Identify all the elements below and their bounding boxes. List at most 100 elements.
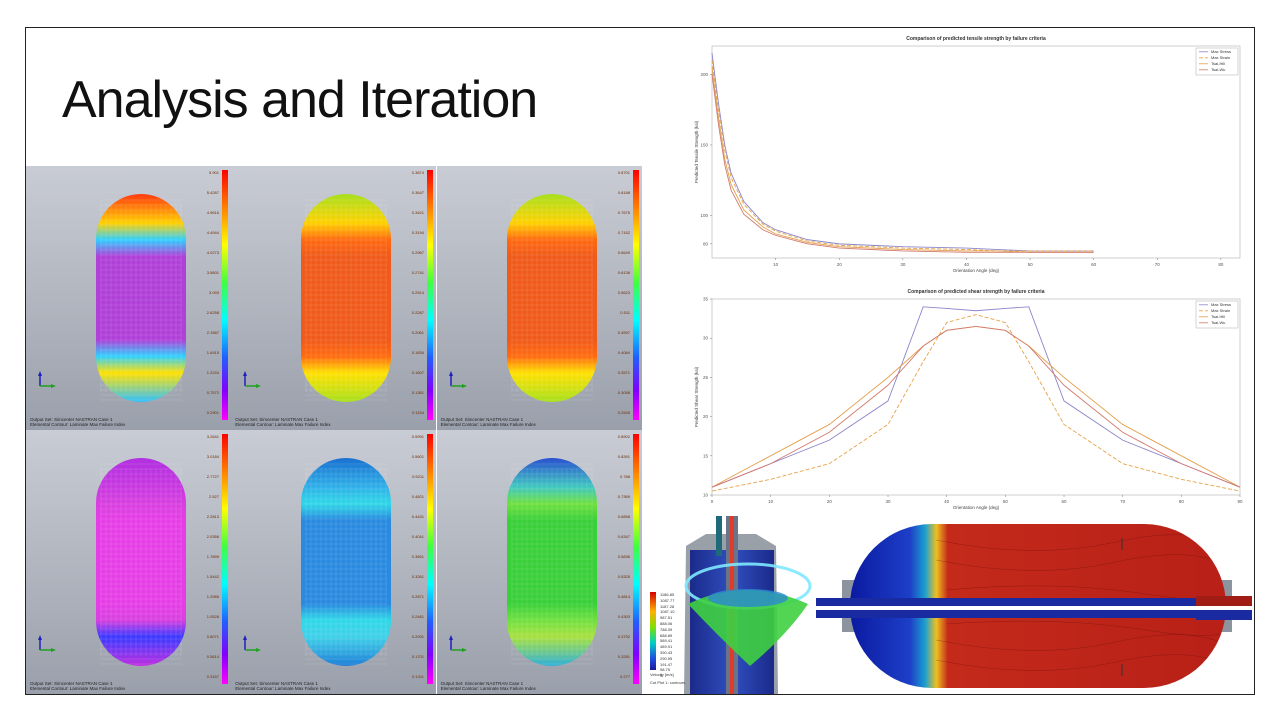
x-tick-label: 50 — [1028, 262, 1034, 267]
series-line-max-stress — [711, 306, 1241, 488]
fea-caption: Output Set: Simcenter NASTRAN Case 1 Elem… — [235, 417, 330, 427]
fea-tick-label: 0.4041 — [412, 534, 425, 539]
fea-tick-label: 1.2244 — [207, 370, 220, 375]
fea-tick-label: 0.6858 — [617, 514, 630, 519]
fea-caption-contour: Elemental Contour: Laminate Max Failure … — [30, 422, 126, 427]
y-tick-label: 15 — [703, 453, 709, 458]
cfd-cutaway-image: 1186.85 1087.77 1187.28 1087.10 987.51 888.06… — [646, 516, 814, 694]
fea-tick-label: 0.1154 — [412, 410, 425, 415]
legend-entry: Max Stress — [1211, 302, 1231, 307]
fea-caption: Output Set: Simcenter NASTRAN Case 1 Elem… — [441, 681, 536, 691]
fea-render-5: 0.5991 0.5601 0.5211 0.4821 0.4431 0.4041 0.36… — [231, 430, 437, 694]
fea-panel-2: 0.3874 0.3647 0.3421 0.3194 0.2967 0.2741 0.25… — [231, 166, 437, 430]
fea-tick-label: 0.4597 — [617, 330, 630, 335]
fea-tick-label: 0.3194 — [412, 230, 425, 235]
fea-tick-label: 0.2091 — [412, 634, 425, 639]
fea-caption-contour: Elemental Contour: Laminate Max Failure … — [30, 686, 126, 691]
fea-tick-label: 0.1311 — [412, 674, 425, 679]
fea-render-6: 0.8902 0.8391 0.788 0.7369 0.6858 0.6347 0.583… — [436, 430, 642, 694]
fea-tick-label: 5.4287 — [207, 190, 220, 195]
y-tick-label: 35 — [703, 297, 709, 302]
fea-tick-label: 2.6258 — [207, 310, 220, 315]
fea-caption-contour: Elemental Contour: Laminate Max Failure … — [440, 422, 536, 427]
fea-tick-label: 0.3261 — [412, 574, 425, 579]
legend-entry: Tsai-Hill — [1211, 61, 1225, 66]
cfd-legend-value: 1087.77 — [660, 597, 675, 603]
cfd-tank-section-image — [816, 520, 1252, 692]
fea-tick-label: 0.2741 — [412, 270, 425, 275]
fea-tick-label: 4.4944 — [207, 230, 220, 235]
x-tick-label: 20 — [827, 499, 833, 504]
fea-tick-label: 0.5601 — [412, 454, 425, 459]
fea-tick-label: 3.2641 — [207, 434, 220, 439]
cfd-legend-value: 1186.85 — [660, 592, 675, 597]
fea-tick-label: 0.4814 — [617, 594, 630, 599]
x-tick-label: 50 — [1003, 499, 1009, 504]
fea-tick-label: 1.6915 — [207, 350, 220, 355]
center-tube-upper — [816, 598, 1252, 606]
fea-colorbar-6 — [632, 434, 639, 684]
fea-tick-label: 0.2871 — [412, 594, 425, 599]
fea-tick-label: 0.788 — [620, 474, 631, 479]
x-tick-label: 30 — [885, 499, 891, 504]
fea-tick-label: 0.6649 — [617, 250, 630, 255]
legend-entry: Tsai-Hill — [1211, 314, 1225, 319]
fea-tick-label: 0.6347 — [617, 534, 630, 539]
fea-colorbar-5 — [427, 434, 434, 684]
cfd-colorbar — [650, 592, 656, 670]
fea-caption-contour: Elemental Contour: Laminate Max Failure … — [235, 686, 331, 691]
fea-results-grid: 5.901 5.4287 4.9616 4.4944 4.0273 3.5601 3.093… — [26, 166, 642, 694]
fea-caption-contour: Elemental Contour: Laminate Max Failure … — [440, 686, 536, 691]
fea-tick-label: 0.3421 — [412, 210, 425, 215]
fea-tick-label: 0.4084 — [617, 350, 630, 355]
y-axis-label: Predicted Shear Strength (ksi) — [694, 366, 699, 427]
fea-panel-1: 5.901 5.4287 4.9616 4.4944 4.0273 3.5601 3.093… — [26, 166, 231, 430]
x-tick-label: 40 — [964, 262, 970, 267]
fea-tick-label: 0.8071 — [207, 634, 220, 639]
fea-tick-label: 0.1701 — [412, 654, 425, 659]
fea-colorbar-3 — [632, 170, 639, 420]
x-tick-label: 80 — [1179, 499, 1185, 504]
series-line-max-stress — [711, 53, 1094, 252]
x-tick-label: 10 — [773, 262, 779, 267]
fea-tick-label: 0.5614 — [207, 654, 220, 659]
plot-area — [711, 298, 1241, 496]
fea-panel-6: 0.8902 0.8391 0.788 0.7369 0.6858 0.6347 0.583… — [436, 430, 642, 694]
series-line-tsai-hill — [711, 325, 1241, 488]
fea-tick-label: 0.4821 — [412, 494, 425, 499]
fea-caption: Output Set: Simcenter NASTRAN Case 1 Elem… — [30, 417, 125, 427]
x-tick-label: 70 — [1155, 262, 1161, 267]
cfd-contour-caption: Cut Plot 1: contours — [650, 680, 686, 685]
x-tick-label: 0 — [711, 499, 714, 504]
fea-tick-label: 3.5601 — [207, 270, 220, 275]
fea-render-1: 5.901 5.4287 4.9616 4.4944 4.0273 3.5601 3.093… — [26, 166, 231, 430]
cfd-legend: 1186.85 1087.77 1187.28 1087.10 987.51 888.06… — [660, 592, 674, 679]
x-tick-label: 70 — [1120, 499, 1126, 504]
fea-tick-label: 1.7899 — [207, 554, 220, 559]
legend-entry: Max Strain — [1211, 308, 1230, 313]
chart-title: Comparison of predicted tensile strength… — [906, 36, 1046, 42]
cfd-tank-section-render — [816, 520, 1252, 692]
fea-render-2: 0.3874 0.3647 0.3421 0.3194 0.2967 0.2741 0.25… — [231, 166, 437, 430]
chart-title: Comparison of predicted shear strength b… — [908, 289, 1045, 295]
fea-tick-label: 0.5623 — [617, 290, 630, 295]
fea-tick-label: 0.7369 — [617, 494, 630, 499]
fea-tick-label: 0.8391 — [617, 454, 630, 459]
tensile-strength-plot: Comparison of predicted tensile strength… — [694, 36, 1241, 273]
fea-tick-label: 2.527 — [209, 494, 220, 499]
fea-tick-label: 0.7162 — [617, 230, 630, 235]
y-tick-label: 80 — [703, 241, 709, 246]
slide-title: Analysis and Iteration — [62, 71, 538, 129]
fea-tick-label: 5.901 — [209, 170, 220, 175]
x-tick-label: 60 — [1061, 499, 1067, 504]
series-line-tsai-hill — [711, 67, 1094, 253]
fea-tick-label: 4.9616 — [207, 210, 220, 215]
fea-caption: Output Set: Simcenter NASTRAN Case 1 Elem… — [30, 681, 125, 691]
fea-tick-label: 0.1834 — [412, 350, 425, 355]
fea-colorbar-4 — [222, 434, 228, 684]
fea-tick-label: 0.7572 — [207, 390, 220, 395]
fea-tick-label: 0.2287 — [412, 310, 425, 315]
x-tick-label: 80 — [1218, 262, 1224, 267]
fea-tick-label: 0.511 — [620, 310, 630, 315]
fea-tick-label: 0.8902 — [617, 434, 630, 439]
